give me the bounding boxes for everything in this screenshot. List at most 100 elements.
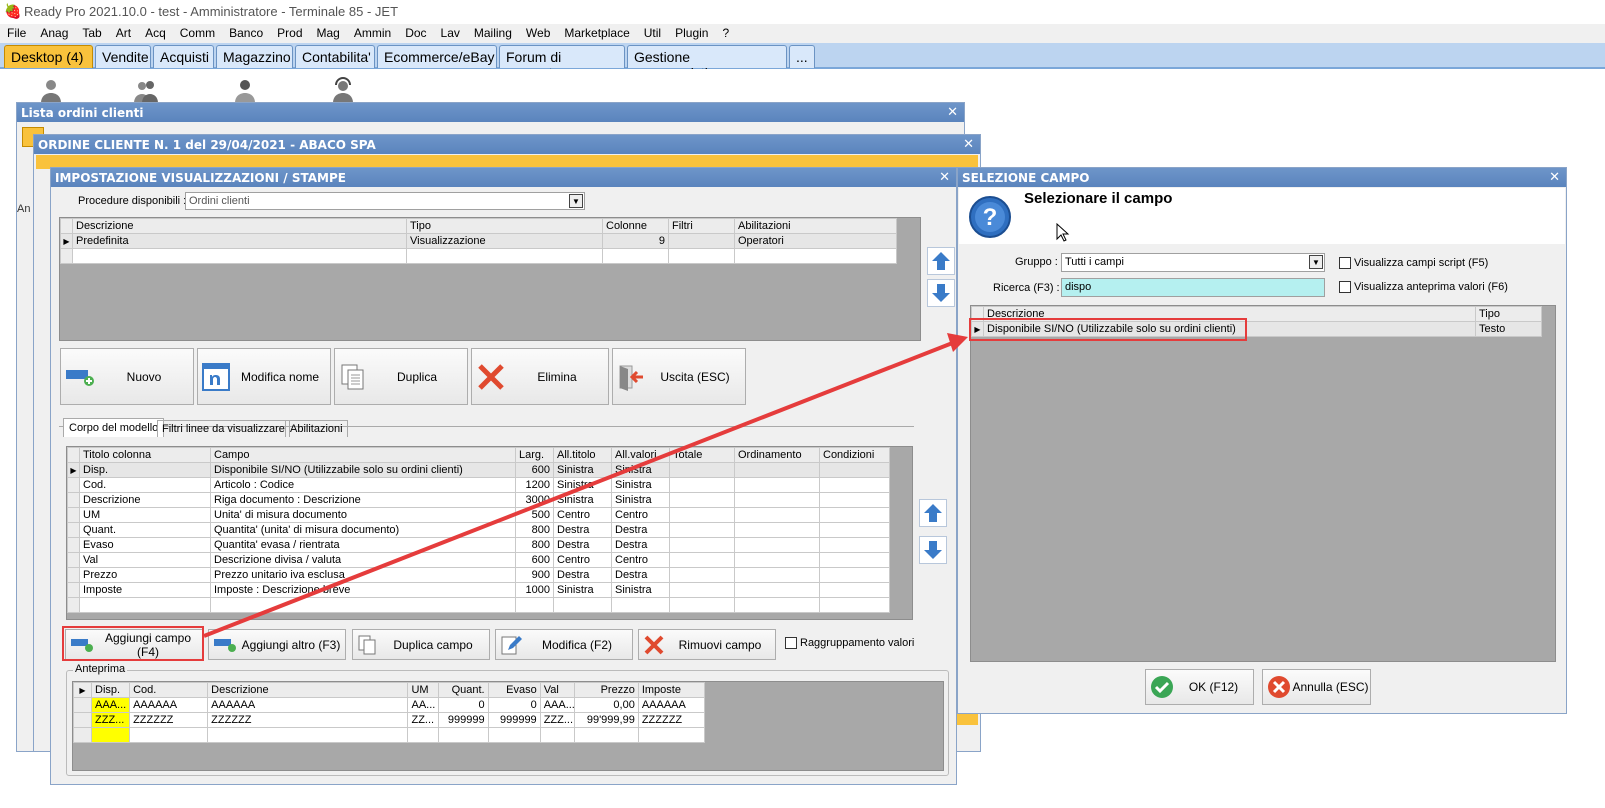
cell[interactable] [669, 567, 735, 583]
cell[interactable]: Quantita' evasa / rientrata [210, 537, 516, 553]
ricerca-input[interactable]: dispo [1061, 278, 1325, 297]
menu-item[interactable]: Marketplace [557, 24, 636, 43]
menu-item[interactable]: Mailing [467, 24, 519, 43]
cell[interactable]: Prezzo [79, 567, 211, 583]
cell[interactable]: Centro [611, 507, 670, 523]
cell[interactable] [819, 537, 890, 553]
tab-item[interactable]: Gestione messaggistica [627, 45, 787, 81]
table-row[interactable]: ▶ Disp. Disponibile SI/NO (Utilizzabile so… [67, 462, 890, 478]
table-row[interactable]: ZZZ... ZZZZZZ ZZZZZZ ZZ... 999999 999999 ZZZ..… [73, 712, 706, 728]
tab-item[interactable]: Magazzino [216, 45, 293, 68]
cell[interactable]: Sinistra [553, 477, 612, 493]
menu-item[interactable]: ? [715, 24, 736, 43]
cell[interactable]: Evaso [79, 537, 211, 553]
cell[interactable]: Testo [1475, 321, 1542, 337]
cell[interactable]: 3000 [515, 492, 554, 508]
menu-item[interactable]: Comm [173, 24, 222, 43]
col-header[interactable]: All.titolo [553, 447, 612, 463]
anteprima-valori-checkbox[interactable]: Visualizza anteprima valori (F6) [1339, 281, 1508, 293]
cell[interactable]: Centro [553, 507, 612, 523]
cell[interactable]: Sinistra [611, 477, 670, 493]
cell[interactable]: Visualizzazione [406, 233, 603, 249]
col-header[interactable]: Titolo colonna [79, 447, 211, 463]
col-header[interactable]: Ordinamento [734, 447, 820, 463]
cell[interactable]: Unita' di misura documento [210, 507, 516, 523]
cell[interactable] [734, 462, 820, 478]
menu-item[interactable]: Tab [75, 24, 108, 43]
close-icon[interactable]: ✕ [947, 105, 958, 120]
cell[interactable] [669, 462, 735, 478]
tab-item[interactable]: Forum di supporto [499, 45, 625, 81]
col-header[interactable]: Campo [210, 447, 516, 463]
close-icon[interactable]: ✕ [1549, 170, 1560, 185]
elimina-button[interactable]: Elimina [471, 348, 609, 405]
cell[interactable]: 1000 [515, 582, 554, 598]
cell[interactable]: Imposte : Descrizione breve [210, 582, 516, 598]
cell[interactable]: Sinistra [611, 582, 670, 598]
tab-item[interactable]: Contabilita' [295, 45, 375, 68]
table-row[interactable] [73, 727, 706, 743]
cell[interactable]: Descrizione [79, 492, 211, 508]
annulla-button[interactable]: Annulla (ESC) [1262, 669, 1371, 705]
checkbox-box[interactable] [1339, 281, 1351, 293]
operator-icon[interactable] [330, 77, 356, 103]
tab-item[interactable]: Vendite [95, 45, 151, 68]
menu-item[interactable]: Plugin [668, 24, 715, 43]
col-header[interactable]: Colonne [602, 218, 669, 234]
cell[interactable] [669, 522, 735, 538]
col-header[interactable]: Prezzo [573, 682, 639, 698]
col-header[interactable]: Totale [669, 447, 735, 463]
procedure-select[interactable]: Ordini clienti ▼ [185, 192, 585, 210]
cell[interactable] [819, 567, 890, 583]
tab-item[interactable]: Desktop (4) [4, 45, 93, 68]
cell[interactable]: Prezzo unitario iva esclusa [210, 567, 516, 583]
cell[interactable] [734, 552, 820, 568]
table-row[interactable]: ▶ Predefinita Visualizzazione 9 Operator… [60, 233, 897, 249]
col-header[interactable]: Quant. [437, 682, 489, 698]
cell[interactable]: 600 [515, 462, 554, 478]
col-header[interactable]: Imposte [637, 682, 706, 698]
cell[interactable]: Centro [611, 552, 670, 568]
cell[interactable]: Disponibile SI/NO (Utilizzabile solo su … [210, 462, 516, 478]
menu-item[interactable]: Art [109, 24, 138, 43]
cell[interactable]: Destra [553, 522, 612, 538]
cell[interactable]: Centro [553, 552, 612, 568]
menu-item[interactable]: Lav [434, 24, 467, 43]
cell[interactable] [669, 552, 735, 568]
move-down-button[interactable] [927, 279, 955, 307]
table-row[interactable]: AAA... AAAAAA AAAAAA AA... 0 0 AAA... 0,00 AAAAA… [73, 697, 706, 713]
menu-item[interactable]: Acq [138, 24, 173, 43]
cell[interactable]: Operatori [734, 233, 897, 249]
cell[interactable]: Imposte [79, 582, 211, 598]
cell[interactable]: Val [79, 552, 211, 568]
cell[interactable]: Sinistra [553, 582, 612, 598]
close-icon[interactable]: ✕ [939, 170, 950, 185]
col-header[interactable]: Val [539, 682, 575, 698]
col-header[interactable]: Evaso [487, 682, 541, 698]
cell[interactable] [819, 582, 890, 598]
menu-item[interactable]: Web [519, 24, 557, 43]
cell[interactable]: Riga documento : Descrizione [210, 492, 516, 508]
menu-item[interactable]: File [0, 24, 33, 43]
user-icon[interactable] [38, 77, 64, 103]
col-header[interactable]: Tipo [406, 218, 603, 234]
menu-item[interactable]: Mag [310, 24, 347, 43]
tab-item[interactable]: ... [789, 45, 815, 68]
cell[interactable]: Predefinita [72, 233, 407, 249]
cell[interactable] [819, 552, 890, 568]
cell[interactable] [734, 567, 820, 583]
menu-item[interactable]: Doc [398, 24, 433, 43]
cell[interactable]: Destra [611, 522, 670, 538]
tab-item[interactable]: Acquisti [153, 45, 214, 68]
duplica-button[interactable]: Duplica [334, 348, 468, 405]
cell[interactable]: Destra [553, 567, 612, 583]
cell[interactable] [734, 582, 820, 598]
table-row[interactable]: Cod. Articolo : Codice 1200 Sinistra Sinistr… [67, 477, 890, 493]
agent-icon[interactable] [232, 77, 258, 103]
cell[interactable]: Destra [611, 537, 670, 553]
cell[interactable]: Articolo : Codice [210, 477, 516, 493]
cell[interactable]: Sinistra [553, 492, 612, 508]
cell[interactable]: Sinistra [553, 462, 612, 478]
col-header[interactable]: Filtri [668, 218, 735, 234]
column-down-button[interactable] [919, 536, 947, 564]
